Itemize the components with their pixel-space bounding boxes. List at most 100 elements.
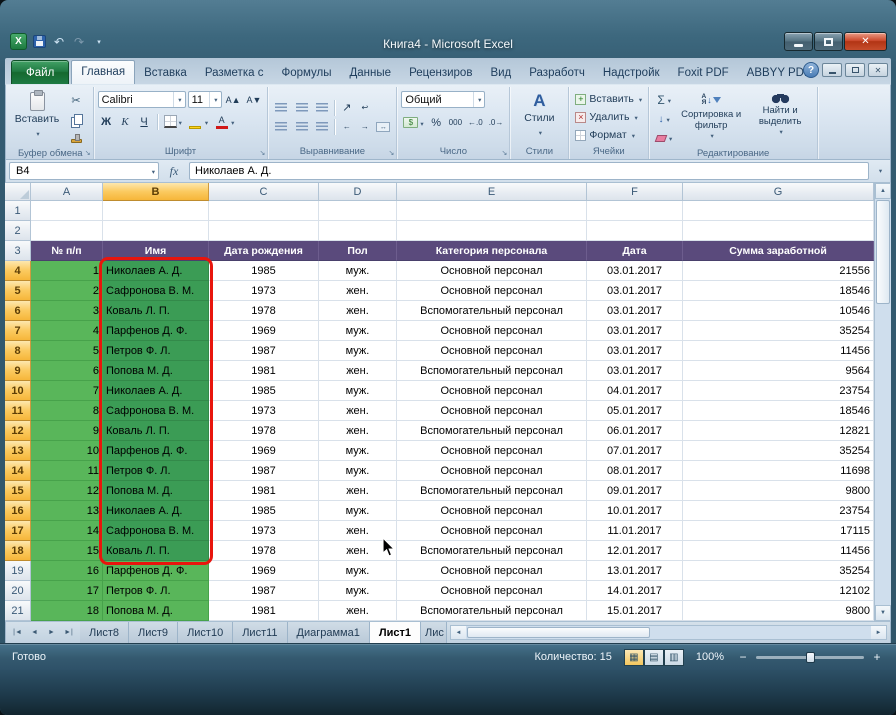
cell-G21[interactable]: 9800: [683, 601, 874, 621]
column-header-A[interactable]: A: [31, 183, 103, 201]
cell-F2[interactable]: [587, 221, 683, 241]
cell-C15[interactable]: 1981: [209, 481, 319, 501]
cell-E19[interactable]: Основной персонал: [397, 561, 587, 581]
cell-E21[interactable]: Вспомогательный персонал: [397, 601, 587, 621]
cell-F12[interactable]: 06.01.2017: [587, 421, 683, 441]
cell-A8[interactable]: 5: [31, 341, 103, 361]
first-sheet-button[interactable]: |◄: [10, 625, 25, 640]
align-bottom-button[interactable]: [312, 100, 331, 116]
cell-D1[interactable]: [319, 201, 397, 221]
cell-E5[interactable]: Основной персонал: [397, 281, 587, 301]
format-cells-button[interactable]: Формат: [573, 127, 644, 144]
cell-F19[interactable]: 13.01.2017: [587, 561, 683, 581]
formula-bar-expand-button[interactable]: [872, 162, 887, 180]
cell-D19[interactable]: муж.: [319, 561, 397, 581]
cell-G14[interactable]: 11698: [683, 461, 874, 481]
cell-D9[interactable]: жен.: [319, 361, 397, 381]
cell-C20[interactable]: 1987: [209, 581, 319, 601]
orientation-button[interactable]: ↗: [338, 99, 355, 116]
cell-F15[interactable]: 09.01.2017: [587, 481, 683, 501]
cell-G15[interactable]: 9800: [683, 481, 874, 501]
cell-B2[interactable]: [103, 221, 209, 241]
sheet-tab-лист8[interactable]: Лист8: [80, 622, 129, 643]
cell-F17[interactable]: 11.01.2017: [587, 521, 683, 541]
cell-A9[interactable]: 6: [31, 361, 103, 381]
cell-E20[interactable]: Основной персонал: [397, 581, 587, 601]
cell-G3[interactable]: Сумма заработной: [683, 241, 874, 261]
ribbon-tab-вставка[interactable]: Вставка: [135, 62, 196, 84]
cell-C6[interactable]: 1978: [209, 301, 319, 321]
cell-F11[interactable]: 05.01.2017: [587, 401, 683, 421]
cell-A5[interactable]: 2: [31, 281, 103, 301]
cell-C3[interactable]: Дата рождения: [209, 241, 319, 261]
dialog-launcher-icon[interactable]: ↘: [502, 149, 508, 157]
ribbon-tab-надстройк[interactable]: Надстройк: [594, 62, 669, 84]
cell-C12[interactable]: 1978: [209, 421, 319, 441]
cell-A11[interactable]: 8: [31, 401, 103, 421]
cell-D12[interactable]: жен.: [319, 421, 397, 441]
cell-E15[interactable]: Вспомогательный персонал: [397, 481, 587, 501]
help-button[interactable]: ?: [803, 62, 819, 78]
cell-styles-button[interactable]: А Стили: [514, 89, 564, 145]
cell-F13[interactable]: 07.01.2017: [587, 441, 683, 461]
fill-color-button[interactable]: [186, 113, 210, 130]
cell-D14[interactable]: муж.: [319, 461, 397, 481]
format-painter-button[interactable]: [65, 129, 87, 147]
underline-button[interactable]: Ч: [136, 113, 153, 130]
cell-D15[interactable]: жен.: [319, 481, 397, 501]
clear-button[interactable]: [653, 129, 675, 147]
cell-A6[interactable]: 3: [31, 301, 103, 321]
cell-F8[interactable]: 03.01.2017: [587, 341, 683, 361]
increase-decimal-button[interactable]: ←.0: [466, 114, 485, 131]
cell-D13[interactable]: муж.: [319, 441, 397, 461]
cell-F20[interactable]: 14.01.2017: [587, 581, 683, 601]
cell-C4[interactable]: 1985: [209, 261, 319, 281]
ribbon-tab-вид[interactable]: Вид: [481, 62, 520, 84]
cell-E12[interactable]: Вспомогательный персонал: [397, 421, 587, 441]
cell-C21[interactable]: 1981: [209, 601, 319, 621]
zoom-out-button[interactable]: −: [736, 650, 750, 664]
cell-D18[interactable]: жен.: [319, 541, 397, 561]
page-layout-view-button[interactable]: ▤: [644, 649, 664, 666]
dialog-launcher-icon[interactable]: ↘: [260, 149, 266, 157]
align-top-button[interactable]: [272, 100, 291, 116]
cell-B7[interactable]: Парфенов Д. Ф.: [103, 321, 209, 341]
horizontal-scroll-thumb[interactable]: [467, 627, 650, 638]
cell-A13[interactable]: 10: [31, 441, 103, 461]
cell-A18[interactable]: 15: [31, 541, 103, 561]
cell-A15[interactable]: 12: [31, 481, 103, 501]
ribbon-tab-разметка-с[interactable]: Разметка с: [196, 62, 273, 84]
italic-button[interactable]: К: [117, 113, 134, 130]
cell-E9[interactable]: Вспомогательный персонал: [397, 361, 587, 381]
paste-button[interactable]: Вставить: [12, 89, 62, 147]
row-header-7[interactable]: 7: [5, 321, 31, 341]
cell-B4[interactable]: Николаев А. Д.: [103, 261, 209, 281]
cell-G12[interactable]: 12821: [683, 421, 874, 441]
cell-E13[interactable]: Основной персонал: [397, 441, 587, 461]
column-header-F[interactable]: F: [587, 183, 683, 201]
ribbon-tab-формулы[interactable]: Формулы: [272, 62, 340, 84]
row-header-4[interactable]: 4: [5, 261, 31, 281]
cell-D16[interactable]: муж.: [319, 501, 397, 521]
close-button[interactable]: ✕: [844, 32, 887, 51]
cell-G16[interactable]: 23754: [683, 501, 874, 521]
select-all-corner[interactable]: [5, 183, 31, 201]
cell-G13[interactable]: 35254: [683, 441, 874, 461]
sheet-tab-лис[interactable]: Лис: [421, 622, 447, 643]
cell-C13[interactable]: 1969: [209, 441, 319, 461]
row-header-16[interactable]: 16: [5, 501, 31, 521]
cell-A3[interactable]: № п/п: [31, 241, 103, 261]
row-header-1[interactable]: 1: [5, 201, 31, 221]
horizontal-scrollbar[interactable]: ◄ ►: [450, 625, 887, 640]
align-center-button[interactable]: [292, 119, 311, 135]
dialog-launcher-icon[interactable]: ↘: [85, 149, 91, 157]
cell-D7[interactable]: муж.: [319, 321, 397, 341]
cell-A16[interactable]: 13: [31, 501, 103, 521]
copy-button[interactable]: [65, 110, 87, 128]
percent-style-button[interactable]: %: [428, 114, 445, 131]
row-header-9[interactable]: 9: [5, 361, 31, 381]
cell-C18[interactable]: 1978: [209, 541, 319, 561]
cell-F4[interactable]: 03.01.2017: [587, 261, 683, 281]
row-header-8[interactable]: 8: [5, 341, 31, 361]
workbook-restore-button[interactable]: [845, 63, 865, 77]
